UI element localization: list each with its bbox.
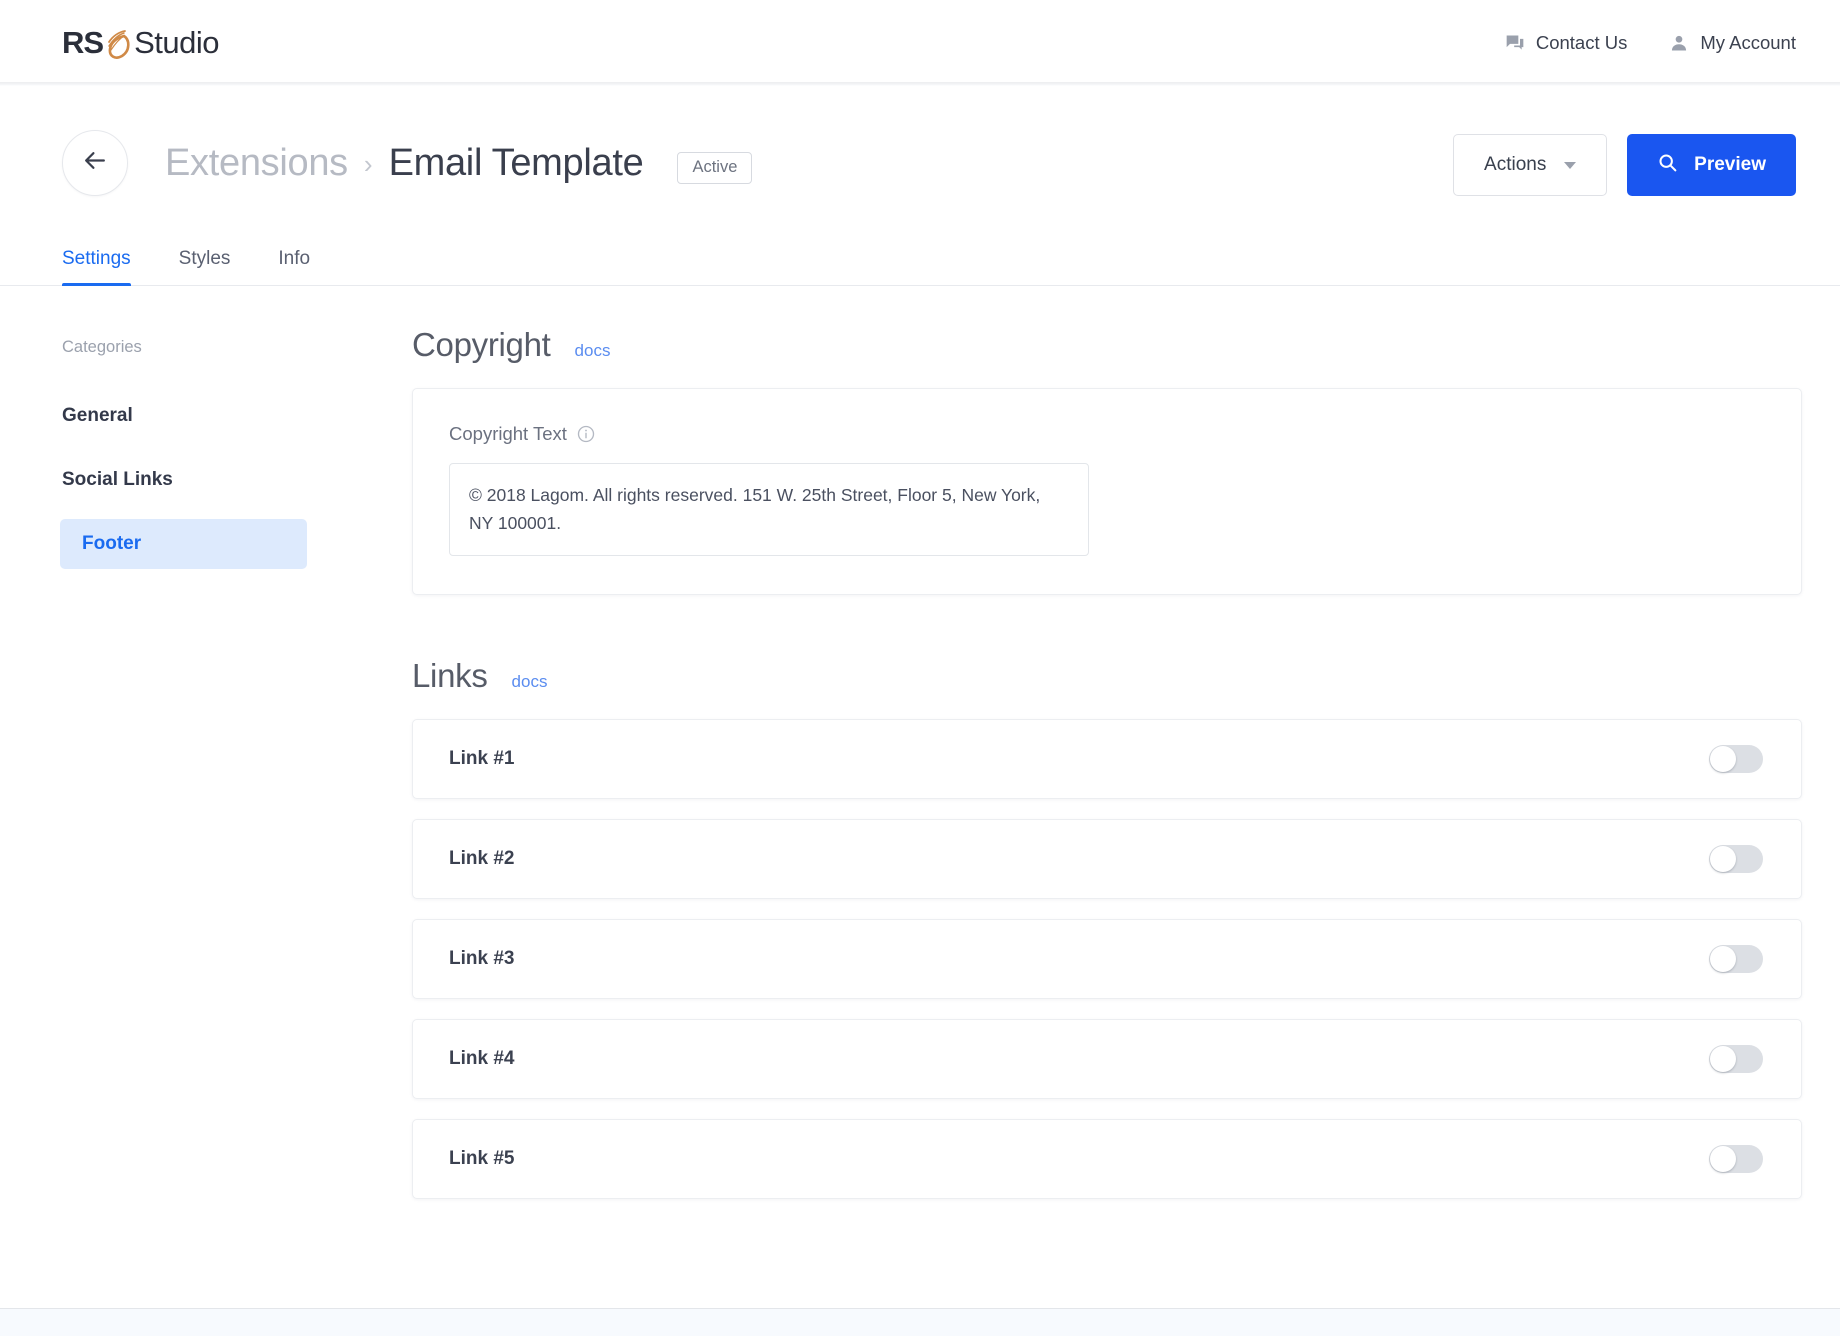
toggle-knob xyxy=(1710,746,1736,772)
copyright-text-label: Copyright Text xyxy=(449,423,567,445)
link-row[interactable]: Link #2 xyxy=(412,819,1802,899)
copyright-docs-link[interactable]: docs xyxy=(575,341,611,361)
top-navigation: Contact Us My Account xyxy=(1505,32,1796,54)
page-title: Email Template xyxy=(389,142,644,185)
tab-info[interactable]: Info xyxy=(278,248,310,285)
page-header: Extensions › Email Template Active Actio… xyxy=(0,86,1840,196)
links-list: Link #1 Link #2 Link #3 Link #4 Link #5 xyxy=(412,719,1802,1199)
arrow-left-icon xyxy=(83,148,108,178)
tab-styles[interactable]: Styles xyxy=(179,248,231,285)
sidebar-item-social-links[interactable]: Social Links xyxy=(62,455,370,505)
brand-logo[interactable]: RS Studio xyxy=(62,25,219,61)
sidebar-heading: Categories xyxy=(62,338,370,357)
back-button[interactable] xyxy=(62,130,128,196)
leaf-logo-icon xyxy=(103,29,133,63)
link-enable-toggle[interactable] xyxy=(1709,745,1763,773)
link-row[interactable]: Link #1 xyxy=(412,719,1802,799)
category-sidebar: Categories General Social Links Footer xyxy=(62,286,370,1336)
sidebar-item-general[interactable]: General xyxy=(62,391,370,441)
link-enable-toggle[interactable] xyxy=(1709,945,1763,973)
links-section-header: Links docs xyxy=(412,657,1802,695)
user-account-icon xyxy=(1669,33,1689,53)
brand-rs-text: RS xyxy=(62,25,103,61)
breadcrumb: Extensions › Email Template Active xyxy=(165,142,752,185)
top-bar: RS Studio Contact Us xyxy=(0,0,1840,86)
footer-strip xyxy=(0,1308,1840,1336)
tab-settings[interactable]: Settings xyxy=(62,248,131,285)
contact-us-link[interactable]: Contact Us xyxy=(1505,32,1628,54)
links-docs-link[interactable]: docs xyxy=(512,672,548,692)
copyright-text-label-row: Copyright Text xyxy=(449,423,1765,445)
info-circle-icon[interactable] xyxy=(577,425,595,443)
link-row-label: Link #5 xyxy=(449,1148,514,1170)
page-body: Categories General Social Links Footer C… xyxy=(0,286,1840,1336)
link-row-label: Link #4 xyxy=(449,1048,514,1070)
page-header-left: Extensions › Email Template Active xyxy=(62,130,752,196)
copyright-section-title: Copyright xyxy=(412,326,551,364)
breadcrumb-parent[interactable]: Extensions xyxy=(165,142,348,185)
toggle-knob xyxy=(1710,1046,1736,1072)
page-header-actions: Actions Preview xyxy=(1453,134,1796,196)
copyright-section-header: Copyright docs xyxy=(412,326,1802,364)
toggle-knob xyxy=(1710,946,1736,972)
brand-studio-text: Studio xyxy=(134,25,219,61)
tab-bar: Settings Styles Info xyxy=(0,230,1840,286)
copyright-text-input[interactable]: © 2018 Lagom. All rights reserved. 151 W… xyxy=(449,463,1089,556)
chevron-down-icon xyxy=(1564,162,1576,169)
preview-button[interactable]: Preview xyxy=(1627,134,1796,196)
contact-us-label: Contact Us xyxy=(1536,32,1628,54)
actions-button-label: Actions xyxy=(1484,154,1546,176)
chat-bubble-icon xyxy=(1505,33,1525,53)
link-enable-toggle[interactable] xyxy=(1709,1045,1763,1073)
toggle-knob xyxy=(1710,1146,1736,1172)
link-row[interactable]: Link #4 xyxy=(412,1019,1802,1099)
link-row[interactable]: Link #3 xyxy=(412,919,1802,999)
status-badge: Active xyxy=(677,152,752,184)
link-row[interactable]: Link #5 xyxy=(412,1119,1802,1199)
links-section-title: Links xyxy=(412,657,488,695)
link-row-label: Link #2 xyxy=(449,848,514,870)
my-account-label: My Account xyxy=(1700,32,1796,54)
actions-button[interactable]: Actions xyxy=(1453,134,1607,196)
link-enable-toggle[interactable] xyxy=(1709,845,1763,873)
copyright-card: Copyright Text © 2018 Lagom. All rights … xyxy=(412,388,1802,595)
settings-content: Copyright docs Copyright Text © 2018 Lag… xyxy=(370,286,1840,1336)
my-account-link[interactable]: My Account xyxy=(1669,32,1796,54)
search-icon xyxy=(1657,152,1678,179)
sidebar-item-footer[interactable]: Footer xyxy=(60,519,307,569)
breadcrumb-separator: › xyxy=(364,149,373,180)
toggle-knob xyxy=(1710,846,1736,872)
link-row-label: Link #1 xyxy=(449,748,514,770)
preview-button-label: Preview xyxy=(1694,154,1766,176)
link-row-label: Link #3 xyxy=(449,948,514,970)
link-enable-toggle[interactable] xyxy=(1709,1145,1763,1173)
